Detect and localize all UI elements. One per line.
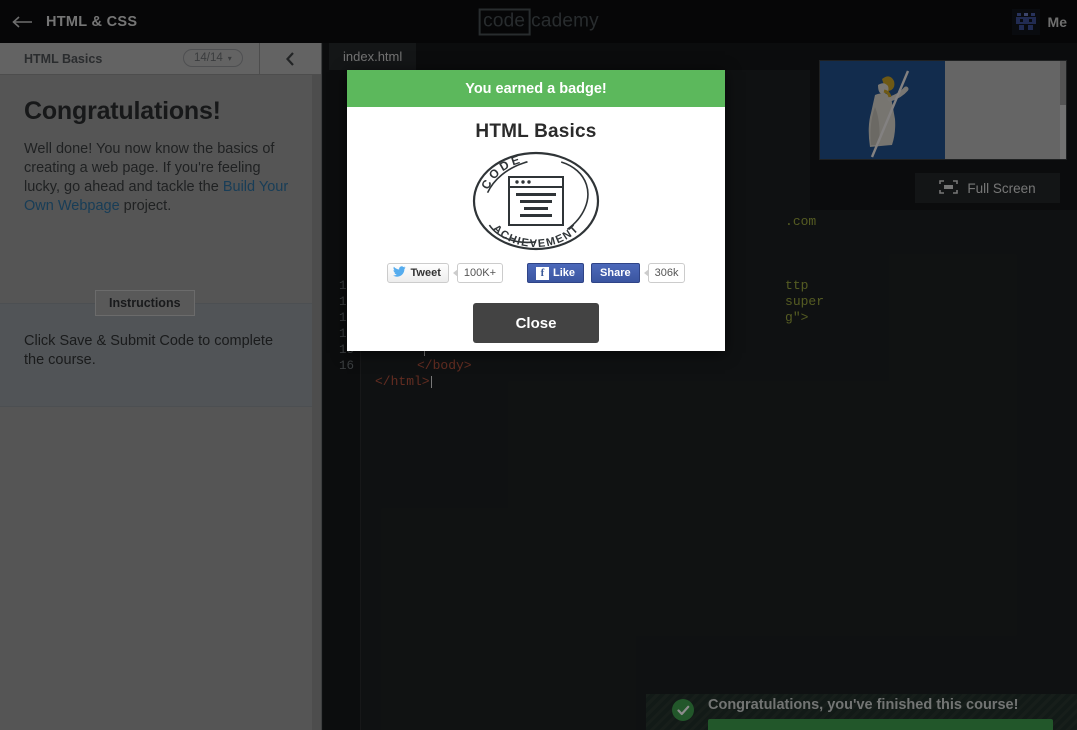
badge-modal-header: You earned a badge! [347, 70, 725, 107]
like-label: Like [553, 267, 576, 279]
share-label: Share [600, 267, 631, 279]
badge-modal-title: HTML Basics [475, 121, 597, 142]
close-button[interactable]: Close [473, 303, 599, 343]
tweet-count: 100K+ [452, 263, 504, 283]
svg-text:ACHIEVEMENT: ACHIEVEMENT [490, 223, 581, 251]
share-count: 306k [643, 263, 686, 283]
app-root: HTML & CSS code cademy Me HTML Basics 14… [0, 0, 1077, 730]
facebook-share-button[interactable]: Share [591, 263, 640, 283]
facebook-like-button[interactable]: f Like [527, 263, 585, 283]
social-share-row: Tweet 100K+ f Like Share 306k [347, 263, 725, 283]
facebook-f-icon: f [536, 266, 550, 280]
badge-modal: You earned a badge! HTML Basics CODE ACH… [347, 70, 725, 351]
twitter-group: Tweet 100K+ [386, 263, 504, 283]
tweet-button[interactable]: Tweet [386, 263, 449, 283]
tweet-label: Tweet [410, 267, 441, 279]
badge-graphic: CODE ACHIEVEMENT [347, 149, 725, 253]
facebook-group: f Like Share 306k [527, 263, 686, 283]
twitter-bird-icon [392, 266, 406, 280]
